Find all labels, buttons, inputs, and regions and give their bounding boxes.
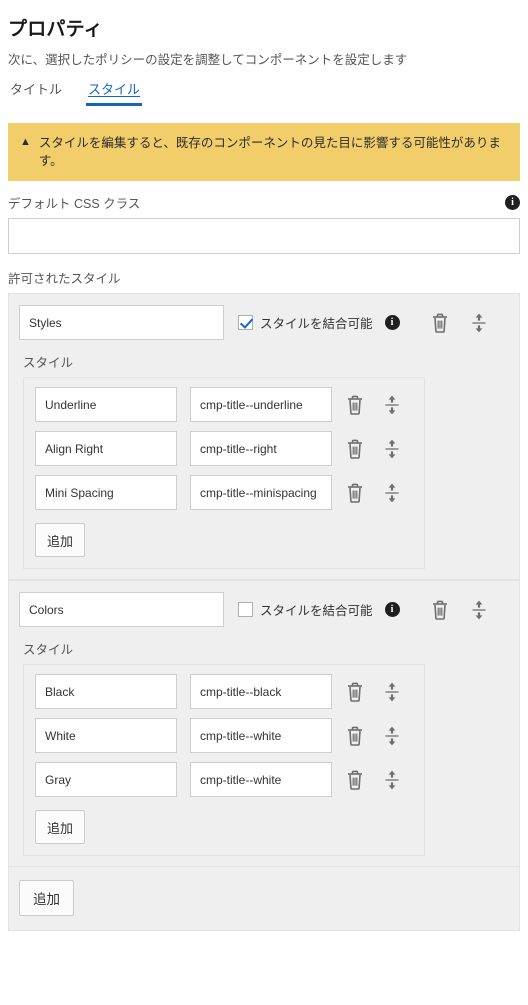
delete-style-icon[interactable] <box>345 725 365 747</box>
style-group-name-input[interactable] <box>19 592 224 628</box>
style-row <box>24 475 424 511</box>
merge-styles-checkbox-wrapper: スタイルを結合可能 <box>238 600 373 619</box>
style-group: スタイルを結合可能 i スタイル <box>8 293 520 581</box>
style-name-input[interactable] <box>35 762 177 798</box>
tab-style[interactable]: スタイル <box>86 83 143 106</box>
reorder-style-group-icon[interactable] <box>470 312 488 334</box>
reorder-style-group-icon[interactable] <box>470 599 488 621</box>
style-rows-panel: 追加 <box>23 664 425 857</box>
delete-style-group-icon[interactable] <box>430 312 450 334</box>
styles-sublabel: スタイル <box>23 356 74 371</box>
tab-bar: タイトル スタイル <box>0 68 528 106</box>
style-group: スタイルを結合可能 i スタイル <box>8 580 520 868</box>
merge-styles-label: スタイルを結合可能 <box>260 604 373 619</box>
default-css-class-label: デフォルト CSS クラス <box>8 197 141 212</box>
style-name-input[interactable] <box>35 431 177 467</box>
merge-styles-checkbox-wrapper: スタイルを結合可能 <box>238 313 373 332</box>
allowed-styles-groups: スタイルを結合可能 i スタイル <box>0 293 528 868</box>
style-row <box>24 718 424 754</box>
style-name-input[interactable] <box>35 387 177 423</box>
default-css-class-label-row: デフォルト CSS クラス i <box>8 193 520 212</box>
default-css-class-input[interactable] <box>8 218 520 255</box>
info-icon[interactable]: i <box>384 315 400 331</box>
style-row <box>24 674 424 710</box>
page-title: プロパティ <box>8 19 103 40</box>
reorder-style-icon[interactable] <box>383 725 401 747</box>
delete-style-icon[interactable] <box>345 769 365 791</box>
warning-triangle-icon: ▲ <box>20 136 31 148</box>
style-rows-panel: 追加 <box>23 377 425 570</box>
reorder-style-icon[interactable] <box>383 769 401 791</box>
style-row <box>24 762 424 798</box>
style-edit-warning-banner: ▲ スタイルを編集すると、既存のコンポーネントの見た目に影響する可能性があります… <box>8 123 520 182</box>
delete-style-icon[interactable] <box>345 681 365 703</box>
style-class-input[interactable] <box>190 718 332 754</box>
add-style-button[interactable]: 追加 <box>35 810 86 845</box>
merge-styles-checkbox[interactable] <box>238 315 253 331</box>
style-name-input[interactable] <box>35 674 177 710</box>
style-name-input[interactable] <box>35 475 177 511</box>
reorder-style-icon[interactable] <box>383 681 401 703</box>
page-subtitle: 次に、選択したポリシーの設定を調整してコンポーネントを設定します <box>8 53 408 67</box>
warning-text: スタイルを編集すると、既存のコンポーネントの見た目に影響する可能性があります。 <box>38 136 501 169</box>
merge-styles-checkbox[interactable] <box>238 602 253 618</box>
style-class-input[interactable] <box>190 387 332 423</box>
allowed-styles-footer: 追加 <box>8 867 520 932</box>
info-icon[interactable]: i <box>505 195 520 211</box>
reorder-style-icon[interactable] <box>383 482 401 504</box>
style-group-header: スタイルを結合可能 i <box>19 305 509 341</box>
delete-style-icon[interactable] <box>345 394 365 416</box>
add-style-group-button[interactable]: 追加 <box>19 880 74 917</box>
style-class-input[interactable] <box>190 674 332 710</box>
style-row <box>24 387 424 423</box>
tab-title[interactable]: タイトル <box>8 83 64 106</box>
style-row <box>24 431 424 467</box>
reorder-style-icon[interactable] <box>383 394 401 416</box>
properties-page: プロパティ 次に、選択したポリシーの設定を調整してコンポーネントを設定します タ… <box>0 0 528 1005</box>
reorder-style-icon[interactable] <box>383 438 401 460</box>
merge-styles-label: スタイルを結合可能 <box>260 317 373 332</box>
style-class-input[interactable] <box>190 475 332 511</box>
delete-style-group-icon[interactable] <box>430 599 450 621</box>
add-style-button[interactable]: 追加 <box>35 523 86 558</box>
delete-style-icon[interactable] <box>345 438 365 460</box>
allowed-styles-label: 許可されたスタイル <box>8 272 121 287</box>
styles-sublabel: スタイル <box>23 643 74 658</box>
style-name-input[interactable] <box>35 718 177 754</box>
style-class-input[interactable] <box>190 431 332 467</box>
style-group-name-input[interactable] <box>19 305 224 341</box>
info-icon[interactable]: i <box>384 602 400 618</box>
style-class-input[interactable] <box>190 762 332 798</box>
style-group-header: スタイルを結合可能 i <box>19 592 509 628</box>
delete-style-icon[interactable] <box>345 482 365 504</box>
